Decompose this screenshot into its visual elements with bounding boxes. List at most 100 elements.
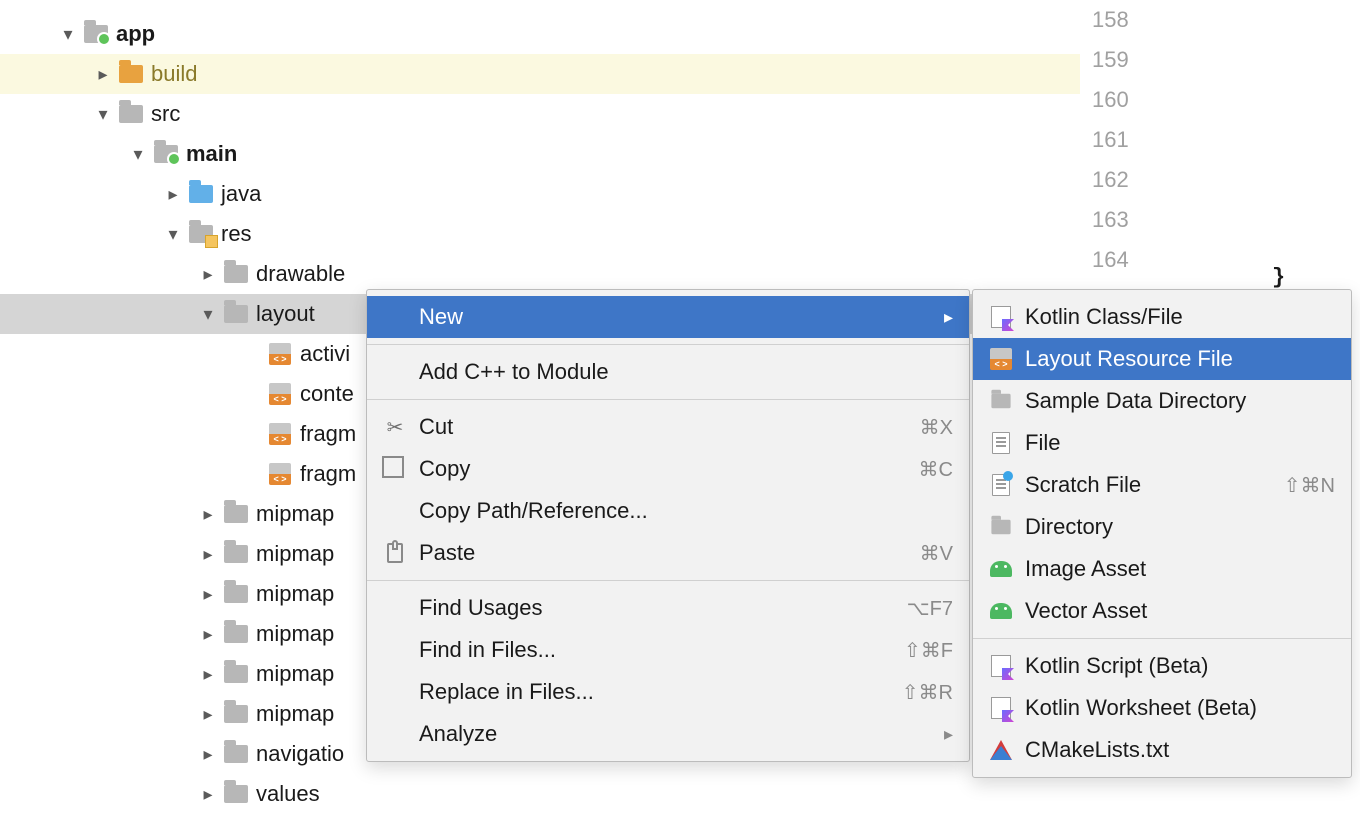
menu-item-layout-resource-file[interactable]: Layout Resource File xyxy=(973,338,1351,380)
folder-icon xyxy=(221,265,251,283)
chevron-right-icon: ▸ xyxy=(160,184,186,205)
gutter-line[interactable]: 164 xyxy=(1080,240,1220,280)
clipboard-icon xyxy=(381,543,409,563)
folder-icon xyxy=(221,785,251,803)
menu-separator xyxy=(367,580,969,581)
keyboard-shortcut: ⇧⌘N xyxy=(1284,473,1335,498)
gutter-line[interactable]: 162 xyxy=(1080,160,1220,200)
folder-icon xyxy=(221,585,251,603)
tree-label: navigatio xyxy=(251,741,344,767)
menu-item-find-in-files[interactable]: Find in Files... ⇧⌘F xyxy=(367,629,969,671)
chevron-right-icon: ▸ xyxy=(90,64,116,85)
menu-item-add-cpp[interactable]: Add C++ to Module xyxy=(367,351,969,393)
menu-item-vector-asset[interactable]: Vector Asset xyxy=(973,590,1351,632)
folder-icon xyxy=(221,505,251,523)
menu-item-replace-in-files[interactable]: Replace in Files... ⇧⌘R xyxy=(367,671,969,713)
folder-icon xyxy=(221,305,251,323)
folder-icon xyxy=(221,625,251,643)
gutter-line[interactable]: 158 xyxy=(1080,0,1220,40)
tree-label: mipmap xyxy=(251,581,334,607)
keyboard-shortcut: ⌘X xyxy=(920,415,953,440)
gutter-line[interactable]: 159 xyxy=(1080,40,1220,80)
tree-label: drawable xyxy=(251,261,345,287)
tree-item-drawable[interactable]: ▸ drawable xyxy=(0,254,1080,294)
tree-label: mipmap xyxy=(251,501,334,527)
tree-label: res xyxy=(216,221,252,247)
tree-item-app[interactable]: ▾ app xyxy=(0,14,1080,54)
chevron-down-icon: ▾ xyxy=(55,24,81,45)
menu-item-kotlin-class[interactable]: Kotlin Class/File xyxy=(973,296,1351,338)
tree-item-main[interactable]: ▾ main xyxy=(0,134,1080,174)
tree-item-src[interactable]: ▾ src xyxy=(0,94,1080,134)
chevron-right-icon: ▸ xyxy=(195,784,221,805)
tree-label: java xyxy=(216,181,261,207)
menu-item-cut[interactable]: ✂ Cut ⌘X xyxy=(367,406,969,448)
folder-icon xyxy=(987,392,1015,410)
menu-item-file[interactable]: File xyxy=(973,422,1351,464)
editor-gutter: 158 159 160 161 162 163 164 xyxy=(1080,0,1220,280)
tree-label: layout xyxy=(251,301,315,327)
menu-item-image-asset[interactable]: Image Asset xyxy=(973,548,1351,590)
chevron-right-icon: ▸ xyxy=(195,584,221,605)
chevron-down-icon: ▾ xyxy=(125,144,151,165)
menu-item-directory[interactable]: Directory xyxy=(973,506,1351,548)
tree-label: mipmap xyxy=(251,541,334,567)
tree-label: main xyxy=(181,141,237,167)
gutter-line[interactable]: 160 xyxy=(1080,80,1220,120)
xml-file-icon xyxy=(987,348,1015,370)
gutter-line[interactable]: 161 xyxy=(1080,120,1220,160)
chevron-down-icon: ▾ xyxy=(160,224,186,245)
folder-icon xyxy=(221,705,251,723)
keyboard-shortcut: ⌘C xyxy=(919,457,953,482)
tree-label: mipmap xyxy=(251,661,334,687)
folder-icon xyxy=(116,65,146,83)
menu-item-copy-path[interactable]: Copy Path/Reference... xyxy=(367,490,969,532)
menu-item-scratch-file[interactable]: Scratch File ⇧⌘N xyxy=(973,464,1351,506)
cmake-icon xyxy=(987,740,1015,760)
folder-icon xyxy=(221,545,251,563)
menu-item-kotlin-script[interactable]: Kotlin Script (Beta) xyxy=(973,645,1351,687)
tree-label: conte xyxy=(295,381,354,407)
tree-item-values[interactable]: ▸ values xyxy=(0,774,1080,814)
tree-label: app xyxy=(111,21,155,47)
tree-label: values xyxy=(251,781,320,807)
keyboard-shortcut: ⇧⌘R xyxy=(902,680,953,705)
chevron-down-icon: ▾ xyxy=(195,304,221,325)
tree-item-res[interactable]: ▾ res xyxy=(0,214,1080,254)
menu-item-cmakelists[interactable]: CMakeLists.txt xyxy=(973,729,1351,771)
tree-item-java[interactable]: ▸ java xyxy=(0,174,1080,214)
android-icon xyxy=(987,561,1015,577)
chevron-right-icon: ▸ xyxy=(195,264,221,285)
scratch-file-icon xyxy=(987,474,1015,496)
menu-item-find-usages[interactable]: Find Usages ⌥F7 xyxy=(367,587,969,629)
folder-icon xyxy=(221,665,251,683)
menu-item-kotlin-worksheet[interactable]: Kotlin Worksheet (Beta) xyxy=(973,687,1351,729)
menu-separator xyxy=(367,344,969,345)
menu-item-paste[interactable]: Paste ⌘V xyxy=(367,532,969,574)
menu-separator xyxy=(367,399,969,400)
chevron-right-icon: ▸ xyxy=(195,744,221,765)
tree-item-build[interactable]: ▸ build xyxy=(0,54,1080,94)
tree-label: fragm xyxy=(295,461,356,487)
menu-item-new[interactable]: New ▸ xyxy=(367,296,969,338)
keyboard-shortcut: ⇧⌘F xyxy=(904,638,953,663)
kotlin-file-icon xyxy=(987,655,1015,677)
chevron-right-icon: ▸ xyxy=(195,504,221,525)
menu-item-analyze[interactable]: Analyze ▸ xyxy=(367,713,969,755)
folder-icon xyxy=(221,745,251,763)
menu-separator xyxy=(973,638,1351,639)
tree-label: fragm xyxy=(295,421,356,447)
chevron-right-icon: ▸ xyxy=(195,664,221,685)
folder-icon xyxy=(186,225,216,243)
file-icon xyxy=(987,432,1015,454)
android-icon xyxy=(987,603,1015,619)
tree-label: activi xyxy=(295,341,350,367)
gutter-line[interactable]: 163 xyxy=(1080,200,1220,240)
chevron-down-icon: ▾ xyxy=(90,104,116,125)
kotlin-file-icon xyxy=(987,697,1015,719)
kotlin-file-icon xyxy=(987,306,1015,328)
menu-item-copy[interactable]: Copy ⌘C xyxy=(367,448,969,490)
copy-icon xyxy=(381,460,409,478)
menu-item-sample-data-dir[interactable]: Sample Data Directory xyxy=(973,380,1351,422)
keyboard-shortcut: ⌘V xyxy=(920,541,953,566)
